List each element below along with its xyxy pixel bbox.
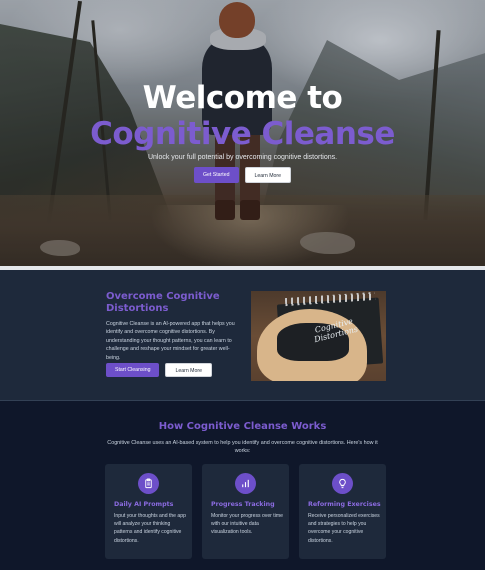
lightbulb-icon <box>332 473 353 494</box>
hero-content: Welcome to Cognitive Cleanse Unlock your… <box>0 80 485 183</box>
hero-subtitle: Unlock your full potential by overcoming… <box>147 154 338 161</box>
hero-title: Welcome to <box>142 80 343 116</box>
feature-card-reforming-exercises: Reforming Exercises Receive personalized… <box>299 464 386 559</box>
feature-card-title: Reforming Exercises <box>308 501 381 508</box>
bar-chart-icon <box>235 473 256 494</box>
start-cleansing-button[interactable]: Start Cleansing <box>106 363 160 377</box>
how-it-works-subtitle: Cognitive Cleanse uses an AI-based syste… <box>107 440 378 454</box>
overcome-section: Overcome Cognitive Distortions Cognitive… <box>0 270 485 400</box>
clipboard-icon <box>138 473 159 494</box>
overcome-description: Cognitive Cleanse is an AI-powered app t… <box>106 321 235 361</box>
get-started-button[interactable]: Get Started <box>193 167 239 183</box>
feature-card-text: Monitor your progress over time with our… <box>211 513 283 536</box>
cognitive-distortions-image: Cognitive Distortions <box>251 291 386 381</box>
feature-card-daily-prompts: Daily AI Prompts Input your thoughts and… <box>105 464 192 559</box>
feature-card-title: Progress Tracking <box>211 501 275 508</box>
overcome-title: Overcome Cognitive Distortions <box>106 291 220 314</box>
feature-card-text: Receive personalized exercises and strat… <box>308 513 380 544</box>
hero-brand-name: Cognitive Cleanse <box>90 116 395 152</box>
how-it-works-section: How Cognitive Cleanse Works Cognitive Cl… <box>0 401 485 570</box>
how-it-works-title: How Cognitive Cleanse Works <box>158 421 327 432</box>
feature-card-progress-tracking: Progress Tracking Monitor your progress … <box>202 464 289 559</box>
feature-card-text: Input your thoughts and the app will ana… <box>114 513 186 544</box>
overcome-buttons: Start Cleansing Learn More <box>106 363 212 377</box>
hero-buttons: Get Started Learn More <box>0 167 485 183</box>
learn-more-button[interactable]: Learn More <box>244 167 292 183</box>
learn-more-button[interactable]: Learn More <box>165 363 212 377</box>
feature-card-title: Daily AI Prompts <box>114 501 174 508</box>
hero-section: Welcome to Cognitive Cleanse Unlock your… <box>0 0 485 266</box>
